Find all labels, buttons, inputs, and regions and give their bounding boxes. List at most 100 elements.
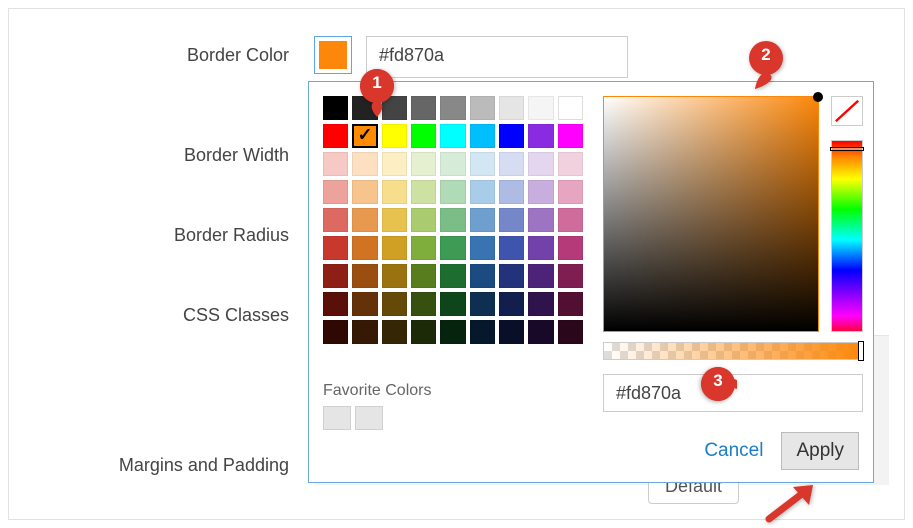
palette-swatch[interactable] xyxy=(440,236,465,260)
palette-swatch[interactable] xyxy=(499,124,524,148)
palette-swatch[interactable] xyxy=(470,96,495,120)
palette-swatch[interactable] xyxy=(382,152,407,176)
label-border-radius: Border Radius xyxy=(69,225,289,246)
cancel-button[interactable]: Cancel xyxy=(704,440,763,462)
palette-swatch[interactable] xyxy=(352,264,377,288)
palette-swatch[interactable] xyxy=(528,96,553,120)
palette-swatch[interactable] xyxy=(352,292,377,316)
palette-swatch[interactable] xyxy=(411,96,436,120)
annotation-arrow xyxy=(763,483,819,523)
palette-swatch[interactable] xyxy=(352,96,377,120)
palette-swatch[interactable] xyxy=(323,152,348,176)
palette-swatch[interactable] xyxy=(558,264,583,288)
palette-swatch[interactable] xyxy=(528,264,553,288)
palette-swatch[interactable] xyxy=(382,180,407,204)
palette-swatch[interactable] xyxy=(382,320,407,344)
palette-swatch[interactable] xyxy=(499,208,524,232)
palette-swatch[interactable] xyxy=(440,292,465,316)
palette-swatch[interactable] xyxy=(352,152,377,176)
label-border-color: Border Color xyxy=(69,45,289,66)
palette-swatch[interactable] xyxy=(411,236,436,260)
alpha-slider[interactable] xyxy=(603,342,863,360)
color-picker-popup: Favorite Colors Cancel Apply xyxy=(308,81,874,483)
palette-swatch[interactable] xyxy=(411,124,436,148)
palette-swatch[interactable] xyxy=(323,264,348,288)
palette-swatch[interactable] xyxy=(382,264,407,288)
palette-swatch[interactable] xyxy=(470,292,495,316)
palette-swatch[interactable] xyxy=(352,124,378,148)
palette-swatch[interactable] xyxy=(499,152,524,176)
palette-swatch[interactable] xyxy=(470,180,495,204)
palette-swatch[interactable] xyxy=(528,236,553,260)
palette-swatch[interactable] xyxy=(411,264,436,288)
palette-swatch[interactable] xyxy=(382,124,407,148)
palette-swatch[interactable] xyxy=(528,124,553,148)
saturation-value-area[interactable] xyxy=(603,96,819,332)
palette-swatch[interactable] xyxy=(323,208,348,232)
palette-swatch[interactable] xyxy=(440,124,465,148)
favorite-swatch[interactable] xyxy=(323,406,351,430)
favorite-swatch[interactable] xyxy=(355,406,383,430)
palette-swatch[interactable] xyxy=(352,236,377,260)
palette-swatch[interactable] xyxy=(558,152,583,176)
palette-swatch[interactable] xyxy=(411,208,436,232)
palette-swatch[interactable] xyxy=(499,320,524,344)
palette-swatch[interactable] xyxy=(411,152,436,176)
palette-swatch[interactable] xyxy=(558,236,583,260)
palette-swatch[interactable] xyxy=(470,208,495,232)
sv-handle[interactable] xyxy=(813,92,823,102)
apply-button[interactable]: Apply xyxy=(781,432,859,470)
palette-swatch[interactable] xyxy=(499,292,524,316)
palette-swatch[interactable] xyxy=(558,208,583,232)
no-color-swatch[interactable] xyxy=(831,96,863,126)
palette-swatch[interactable] xyxy=(411,292,436,316)
palette-swatch[interactable] xyxy=(382,208,407,232)
palette-swatch[interactable] xyxy=(558,96,583,120)
hex-input[interactable] xyxy=(603,374,863,412)
palette-swatch[interactable] xyxy=(411,180,436,204)
alpha-handle[interactable] xyxy=(858,341,864,361)
palette-swatch[interactable] xyxy=(528,208,553,232)
palette-swatch[interactable] xyxy=(470,124,495,148)
palette-swatch[interactable] xyxy=(470,236,495,260)
palette-swatch[interactable] xyxy=(558,320,583,344)
current-color-swatch[interactable] xyxy=(314,36,352,74)
palette-swatch[interactable] xyxy=(382,292,407,316)
palette-swatch[interactable] xyxy=(470,264,495,288)
palette-swatch[interactable] xyxy=(499,264,524,288)
palette-swatch[interactable] xyxy=(440,208,465,232)
palette-swatch[interactable] xyxy=(499,236,524,260)
palette-swatch[interactable] xyxy=(382,96,407,120)
palette-swatch[interactable] xyxy=(382,236,407,260)
palette-swatch[interactable] xyxy=(440,180,465,204)
palette-swatch[interactable] xyxy=(352,320,377,344)
palette-swatch[interactable] xyxy=(558,292,583,316)
border-color-hex-field[interactable]: #fd870a xyxy=(366,36,628,78)
hue-handle[interactable] xyxy=(830,147,864,151)
palette-swatch[interactable] xyxy=(323,236,348,260)
palette-swatch[interactable] xyxy=(470,152,495,176)
palette-swatch[interactable] xyxy=(528,180,553,204)
palette-swatch[interactable] xyxy=(440,320,465,344)
palette-swatch[interactable] xyxy=(323,96,348,120)
palette-swatch[interactable] xyxy=(440,264,465,288)
palette-swatch[interactable] xyxy=(499,96,524,120)
palette-swatch[interactable] xyxy=(499,180,524,204)
palette-swatch[interactable] xyxy=(558,180,583,204)
palette-swatch[interactable] xyxy=(470,320,495,344)
palette-swatch[interactable] xyxy=(323,320,348,344)
palette-swatch[interactable] xyxy=(323,180,348,204)
palette-swatch[interactable] xyxy=(323,124,348,148)
palette-swatch[interactable] xyxy=(528,320,553,344)
palette-swatch[interactable] xyxy=(558,124,583,148)
palette-swatch[interactable] xyxy=(440,152,465,176)
palette-swatch[interactable] xyxy=(352,208,377,232)
palette-swatch[interactable] xyxy=(411,320,436,344)
sv-black-gradient xyxy=(604,97,818,331)
palette-swatch[interactable] xyxy=(323,292,348,316)
palette-swatch[interactable] xyxy=(440,96,465,120)
palette-swatch[interactable] xyxy=(528,292,553,316)
palette-swatch[interactable] xyxy=(528,152,553,176)
palette-swatch[interactable] xyxy=(352,180,377,204)
hue-slider[interactable] xyxy=(831,140,863,332)
